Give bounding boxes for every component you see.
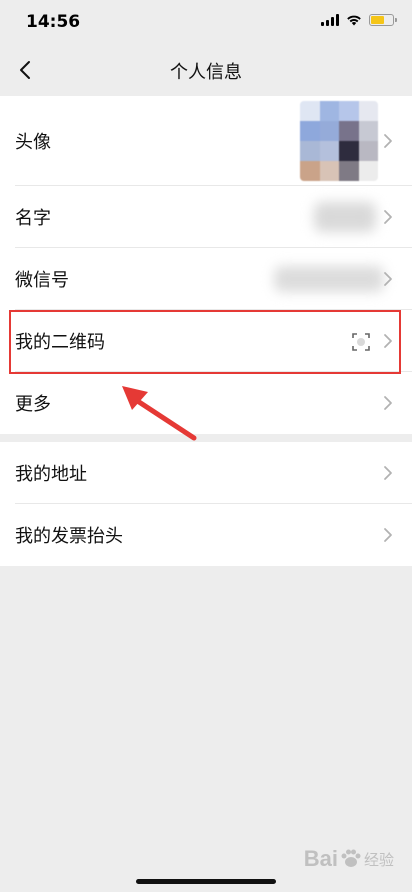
page-title: 个人信息 [170, 62, 242, 83]
row-my-invoice-title[interactable]: 我的发票抬头 [0, 504, 412, 566]
watermark: Bai 经验 [304, 846, 394, 872]
chevron-right-icon [384, 134, 392, 148]
row-name[interactable]: 名字 [0, 186, 412, 248]
annotation-arrow-icon [122, 386, 197, 441]
chevron-right-icon [384, 466, 392, 480]
home-indicator[interactable] [136, 879, 276, 884]
chevron-right-icon [384, 396, 392, 410]
signal-icon [321, 14, 339, 26]
status-bar: 14:56 [0, 0, 412, 44]
blurred-name [314, 202, 376, 232]
chevron-right-icon [384, 334, 392, 348]
battery-icon [369, 14, 397, 26]
profile-group: 头像 名字 微信号 我的二维码 更多 [0, 96, 412, 434]
blurred-wechat-id [274, 266, 384, 292]
qr-code-icon [352, 333, 370, 351]
row-label: 更多 [15, 394, 51, 415]
row-label: 我的二维码 [15, 332, 105, 353]
chevron-right-icon [384, 528, 392, 542]
row-wechat-id[interactable]: 微信号 [0, 248, 412, 310]
status-icons [321, 14, 397, 26]
row-label: 我的地址 [15, 464, 87, 485]
paw-icon [341, 849, 361, 867]
row-label: 微信号 [15, 270, 69, 291]
row-more[interactable]: 更多 [0, 372, 412, 434]
row-my-qr-code[interactable]: 我的二维码 [0, 310, 412, 372]
row-my-address[interactable]: 我的地址 [0, 442, 412, 504]
row-label: 我的发票抬头 [15, 526, 123, 547]
row-avatar[interactable]: 头像 [0, 96, 412, 186]
watermark-text: Bai [303, 846, 338, 871]
row-label: 头像 [15, 132, 51, 153]
nav-bar: 个人信息 [0, 44, 412, 96]
watermark-suffix: 经验 [363, 851, 394, 869]
chevron-right-icon [384, 210, 392, 224]
row-label: 名字 [15, 208, 51, 229]
address-group: 我的地址 我的发票抬头 [0, 442, 412, 566]
status-time: 14:56 [26, 12, 81, 32]
avatar [300, 101, 378, 181]
wifi-icon [347, 15, 361, 26]
chevron-right-icon [384, 272, 392, 286]
